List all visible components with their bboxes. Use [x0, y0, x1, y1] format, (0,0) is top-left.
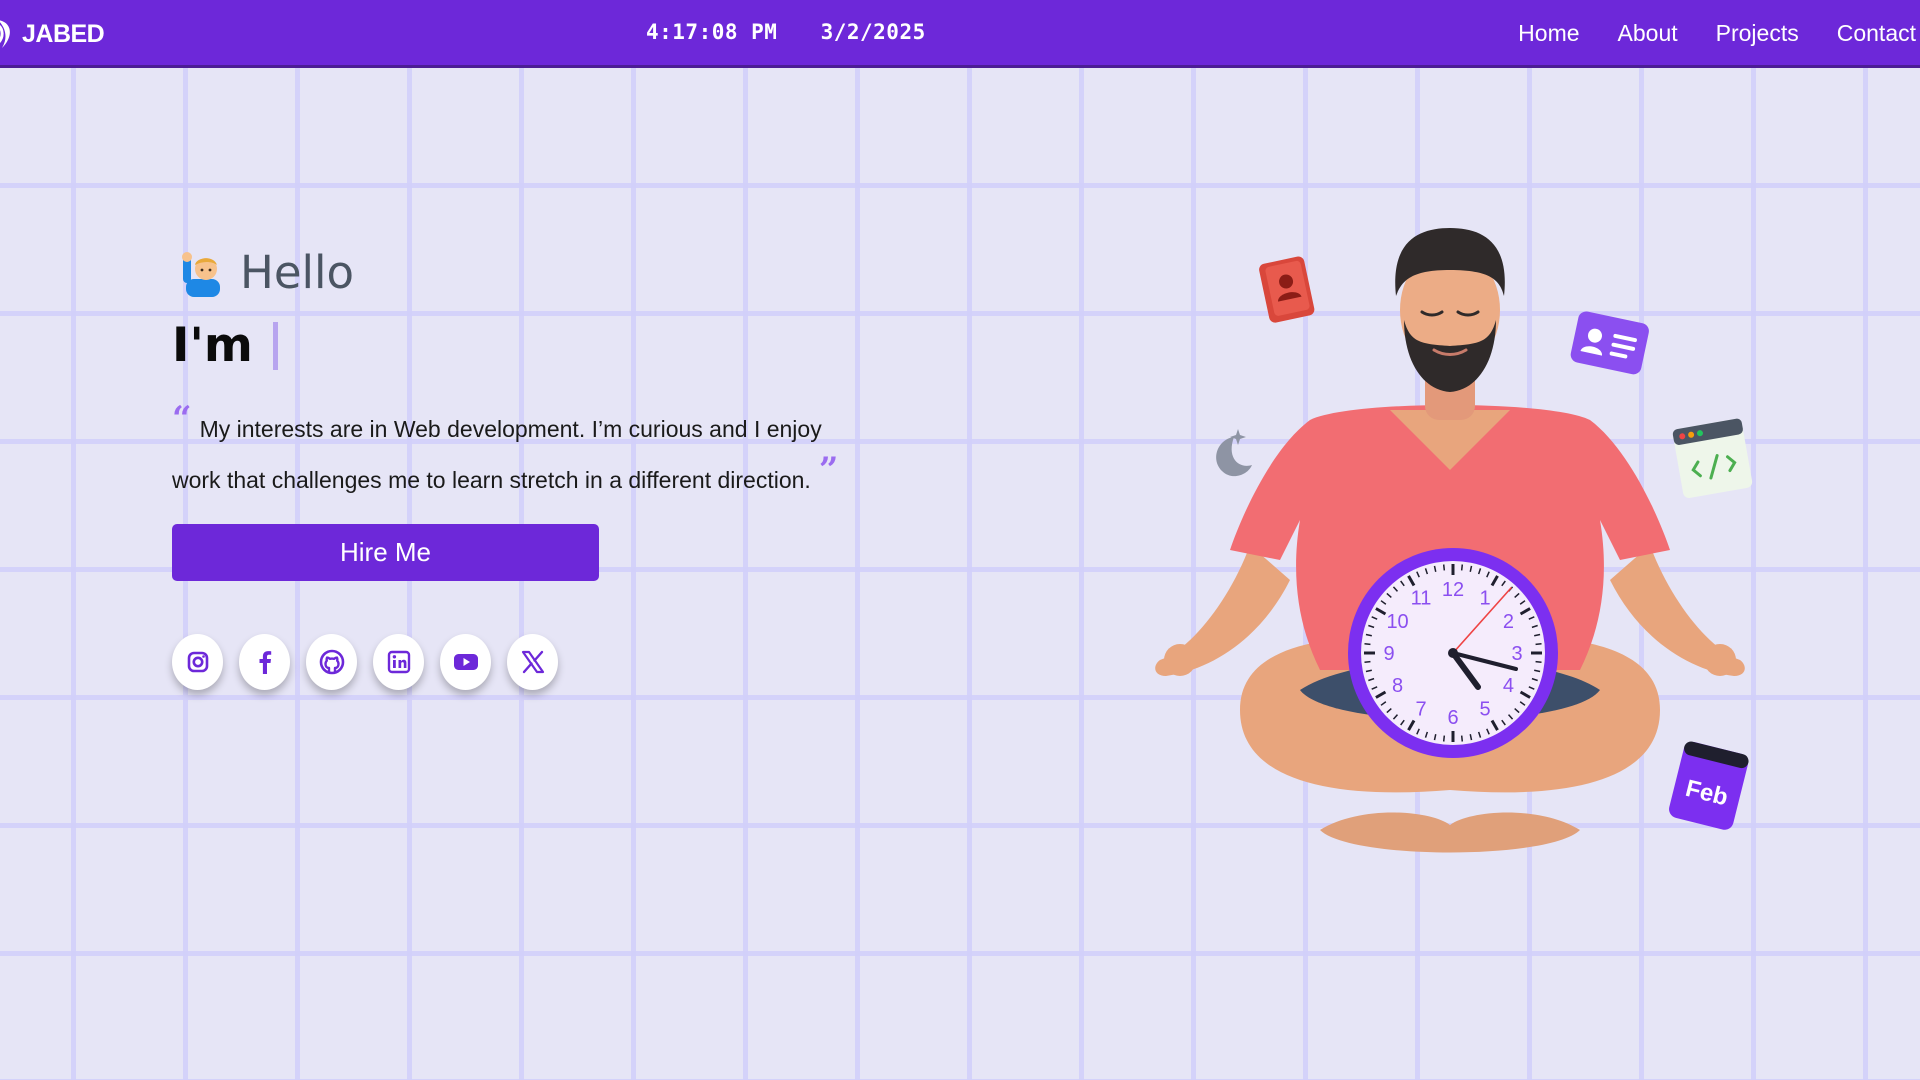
greeting-row: Hello	[180, 246, 354, 299]
bio-quote: “My interests are in Web development. I’…	[172, 399, 852, 506]
nav-link-projects[interactable]: Projects	[1716, 20, 1799, 47]
clock-number: 12	[1442, 579, 1464, 601]
clock-tick	[1364, 660, 1371, 664]
github-link[interactable]	[306, 634, 357, 690]
calendar-feb-icon: Feb	[1669, 741, 1749, 830]
hire-me-button[interactable]: Hire Me	[172, 524, 599, 581]
nav-links: Home About Projects Contact	[1518, 20, 1916, 47]
x-link[interactable]	[507, 634, 558, 690]
clock-tick	[1442, 564, 1446, 571]
github-icon	[319, 649, 344, 675]
clock-number: 3	[1511, 643, 1522, 665]
id-card-icon	[1570, 311, 1649, 375]
clock-tick	[1535, 660, 1542, 664]
datetime-display: 4:17:08 PM 3/2/2025	[646, 20, 926, 44]
clock-tick	[1442, 735, 1446, 742]
clock-number: 1	[1479, 588, 1490, 610]
logo-text: JABED	[22, 19, 105, 48]
clock-tick	[1460, 735, 1464, 742]
instagram-link[interactable]	[172, 634, 223, 690]
nav-link-home[interactable]: Home	[1518, 20, 1579, 47]
clock-tick	[1535, 642, 1542, 646]
clock-tick	[1460, 564, 1464, 571]
intro-row: I'm	[172, 318, 278, 373]
clock-tick	[1364, 642, 1371, 646]
bio-quote-text: My interests are in Web development. I’m…	[172, 416, 822, 493]
clock-number: 2	[1503, 611, 1514, 633]
clock-number: 6	[1447, 707, 1458, 729]
close-quote-icon: ”	[818, 450, 839, 490]
clock-number: 10	[1386, 611, 1408, 633]
x-icon	[521, 650, 544, 674]
waving-person-icon	[182, 251, 220, 297]
clock-number: 9	[1383, 643, 1394, 665]
facebook-link[interactable]	[239, 634, 290, 690]
social-links	[172, 634, 558, 690]
facebook-icon	[259, 651, 271, 674]
time-text: 4:17:08 PM	[646, 20, 778, 44]
youtube-link[interactable]	[440, 634, 491, 690]
wall-clock-icon: 12 12 3 45678 9 1011	[1348, 548, 1558, 758]
youtube-icon	[453, 654, 478, 670]
clock-number: 7	[1415, 698, 1426, 720]
clock-number: 8	[1392, 675, 1403, 697]
contact-book-icon	[1259, 256, 1315, 323]
typing-caret	[272, 321, 278, 370]
intro-text: I'm	[172, 318, 253, 373]
nav-link-contact[interactable]: Contact	[1837, 20, 1916, 47]
clock-number: 11	[1411, 588, 1432, 610]
logo-mark-icon	[0, 20, 10, 48]
clock-number: 5	[1479, 698, 1490, 720]
open-quote-icon: “	[172, 399, 192, 439]
navbar: JABED 4:17:08 PM 3/2/2025 Home About Pro…	[0, 0, 1920, 68]
date-text: 3/2/2025	[820, 20, 926, 44]
linkedin-icon	[387, 650, 410, 674]
clock-number: 4	[1503, 675, 1514, 697]
instagram-icon	[187, 651, 208, 673]
moon-stars-icon	[1216, 429, 1252, 477]
nav-link-about[interactable]: About	[1618, 20, 1678, 47]
meditation-illustration: Feb 12 1 2 3 4 5 6 7 8 9 10 11	[1150, 220, 1770, 890]
code-window-icon	[1672, 418, 1753, 498]
logo[interactable]: JABED	[0, 16, 105, 52]
greeting-text: Hello	[240, 246, 355, 299]
linkedin-link[interactable]	[373, 634, 424, 690]
